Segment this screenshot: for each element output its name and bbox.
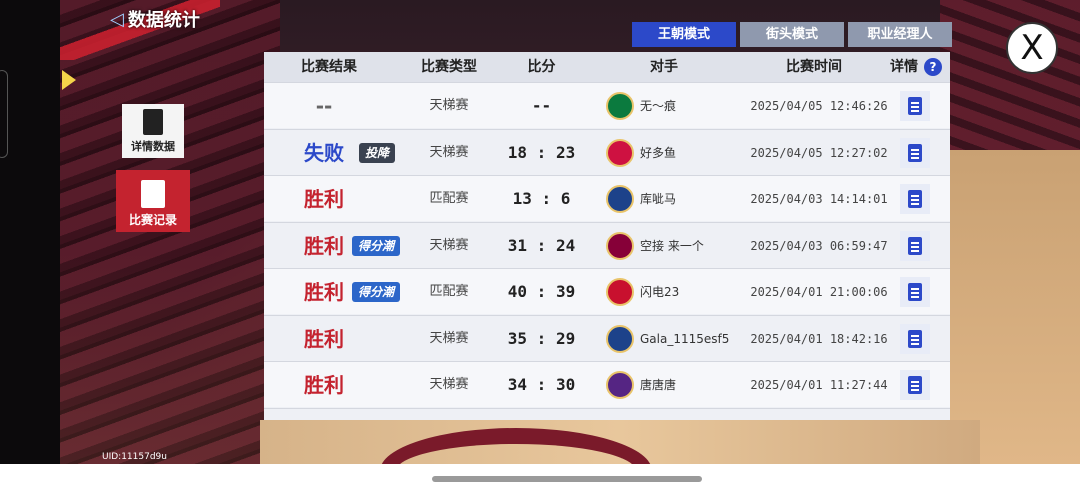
help-icon[interactable]: ?	[924, 58, 942, 76]
match-time: 2025/04/03 06:59:47	[750, 238, 888, 253]
team-logo-icon	[606, 231, 634, 260]
match-score: --	[531, 96, 552, 115]
match-record-label: 比赛记录	[128, 213, 177, 227]
detail-doc-icon[interactable]	[900, 323, 930, 354]
match-record-button[interactable]: 比赛记录	[116, 170, 190, 232]
opponent-name: Gala_1115esf5	[640, 331, 730, 346]
close-button[interactable]: X	[1006, 22, 1058, 74]
table-row[interactable]: 胜利 得分潮 匹配赛 40 : 39 闪电23 2025/04/01 21:00:06	[264, 268, 950, 314]
match-time: 2025/04/01 18:42:16	[750, 331, 888, 346]
mode-tabs: 王朝模式 街头模式 职业经理人	[632, 22, 952, 47]
opponent-name: 无～痕	[640, 99, 677, 113]
header-type: 比赛类型	[421, 59, 477, 75]
detail-doc-icon[interactable]	[900, 277, 930, 307]
detail-doc-icon[interactable]	[900, 184, 930, 214]
match-type: 匹配赛	[429, 284, 469, 299]
detail-data-button[interactable]: 详情数据	[122, 104, 184, 158]
detail-doc-icon[interactable]	[900, 370, 930, 400]
match-type: 天梯赛	[429, 237, 469, 253]
match-time: 2025/04/05 12:27:02	[750, 145, 888, 160]
uid-label: UID:11157d9u	[102, 452, 167, 462]
result-text: --	[315, 94, 333, 118]
team-logo-icon	[606, 278, 634, 306]
result-badge: 得分潮	[352, 235, 401, 256]
result-badge: 得分潮	[352, 282, 401, 302]
result-badge: 投降	[359, 142, 396, 163]
result-text: 胜利	[304, 326, 344, 351]
detail-doc-icon[interactable]	[900, 91, 930, 121]
detail-doc-icon[interactable]	[900, 230, 930, 261]
match-score: 35 : 29	[507, 328, 576, 348]
match-type: 天梯赛	[429, 144, 469, 160]
left-black-bar	[0, 0, 60, 464]
match-type: 天梯赛	[429, 330, 469, 346]
match-records-panel: 比赛结果 比赛类型 比分 对手 比赛时间 详情 ? -- 天梯赛 -- 无～痕 2025…	[264, 52, 950, 420]
match-time: 2025/04/01 21:00:06	[750, 285, 888, 299]
opponent-name: 空接 来一个	[640, 238, 704, 253]
page-title-text: 数据统计	[127, 10, 200, 31]
match-time: 2025/04/03 14:14:01	[750, 192, 888, 206]
match-time: 2025/04/05 12:46:26	[750, 99, 888, 113]
header-result: 比赛结果	[301, 59, 357, 75]
home-indicator[interactable]	[432, 476, 702, 482]
table-row[interactable]: -- 天梯赛 -- 无～痕 2025/04/05 12:46:26	[264, 82, 950, 128]
result-text: 胜利	[304, 187, 344, 211]
match-type: 天梯赛	[429, 98, 469, 113]
opponent-name: 库呲马	[640, 192, 677, 206]
match-score: 31 : 24	[507, 235, 576, 255]
header-detail: 详情	[890, 59, 918, 75]
table-header: 比赛结果 比赛类型 比分 对手 比赛时间 详情 ?	[264, 52, 950, 82]
left-edge-handle	[0, 70, 8, 158]
match-time: 2025/04/01 11:27:44	[750, 378, 888, 392]
header-opponent: 对手	[650, 59, 678, 75]
arena-seats-left	[60, 0, 280, 464]
table-row[interactable]: 胜利 匹配赛 13 : 6 库呲马 2025/04/03 14:14:01	[264, 175, 950, 221]
opponent-name: 好多鱼	[640, 145, 677, 160]
result-text: 胜利	[304, 373, 344, 397]
team-logo-icon	[606, 371, 634, 399]
stats-doc-icon	[143, 109, 163, 135]
table-row[interactable]: 胜利 得分潮 天梯赛 31 : 24 空接 来一个 2025/04/03 06:59:47	[264, 221, 950, 268]
tab-manager-mode[interactable]: 职业经理人	[848, 22, 952, 47]
match-score: 18 : 23	[507, 142, 576, 162]
match-score: 34 : 30	[507, 375, 576, 394]
match-type: 匹配赛	[429, 191, 469, 206]
table-row[interactable]: 失败 投降 天梯赛 18 : 23 好多鱼 2025/04/05 12:27:02	[264, 128, 950, 175]
team-logo-icon	[606, 138, 634, 167]
match-type: 天梯赛	[429, 377, 469, 392]
back-arrow-icon[interactable]: ◁	[110, 9, 124, 30]
page-title[interactable]: ◁ 数据统计	[110, 6, 200, 32]
detail-data-label: 详情数据	[131, 140, 175, 153]
match-score: 40 : 39	[507, 282, 576, 301]
tab-street-mode[interactable]: 街头模式	[740, 22, 844, 47]
match-score: 13 : 6	[512, 189, 571, 208]
result-text: 失败	[304, 140, 344, 165]
detail-doc-icon[interactable]	[900, 137, 930, 168]
table-row[interactable]: 胜利 天梯赛 35 : 29 Gala_1115esf5 2025/04/01 18:4…	[264, 314, 950, 361]
opponent-name: 唐唐唐	[640, 378, 677, 392]
tab-dynasty-mode[interactable]: 王朝模式	[632, 22, 736, 47]
team-logo-icon	[606, 185, 634, 213]
header-time: 比赛时间	[786, 59, 842, 75]
team-logo-icon	[606, 324, 634, 353]
table-row-partial	[264, 407, 950, 421]
expand-arrow-icon[interactable]	[62, 70, 76, 90]
opponent-name: 闪电23	[640, 285, 680, 299]
table-row[interactable]: 胜利 天梯赛 34 : 30 唐唐唐 2025/04/01 11:27:44	[264, 361, 950, 407]
basketball-doc-icon	[141, 180, 165, 208]
team-logo-icon	[606, 92, 634, 120]
header-score: 比分	[527, 59, 556, 75]
